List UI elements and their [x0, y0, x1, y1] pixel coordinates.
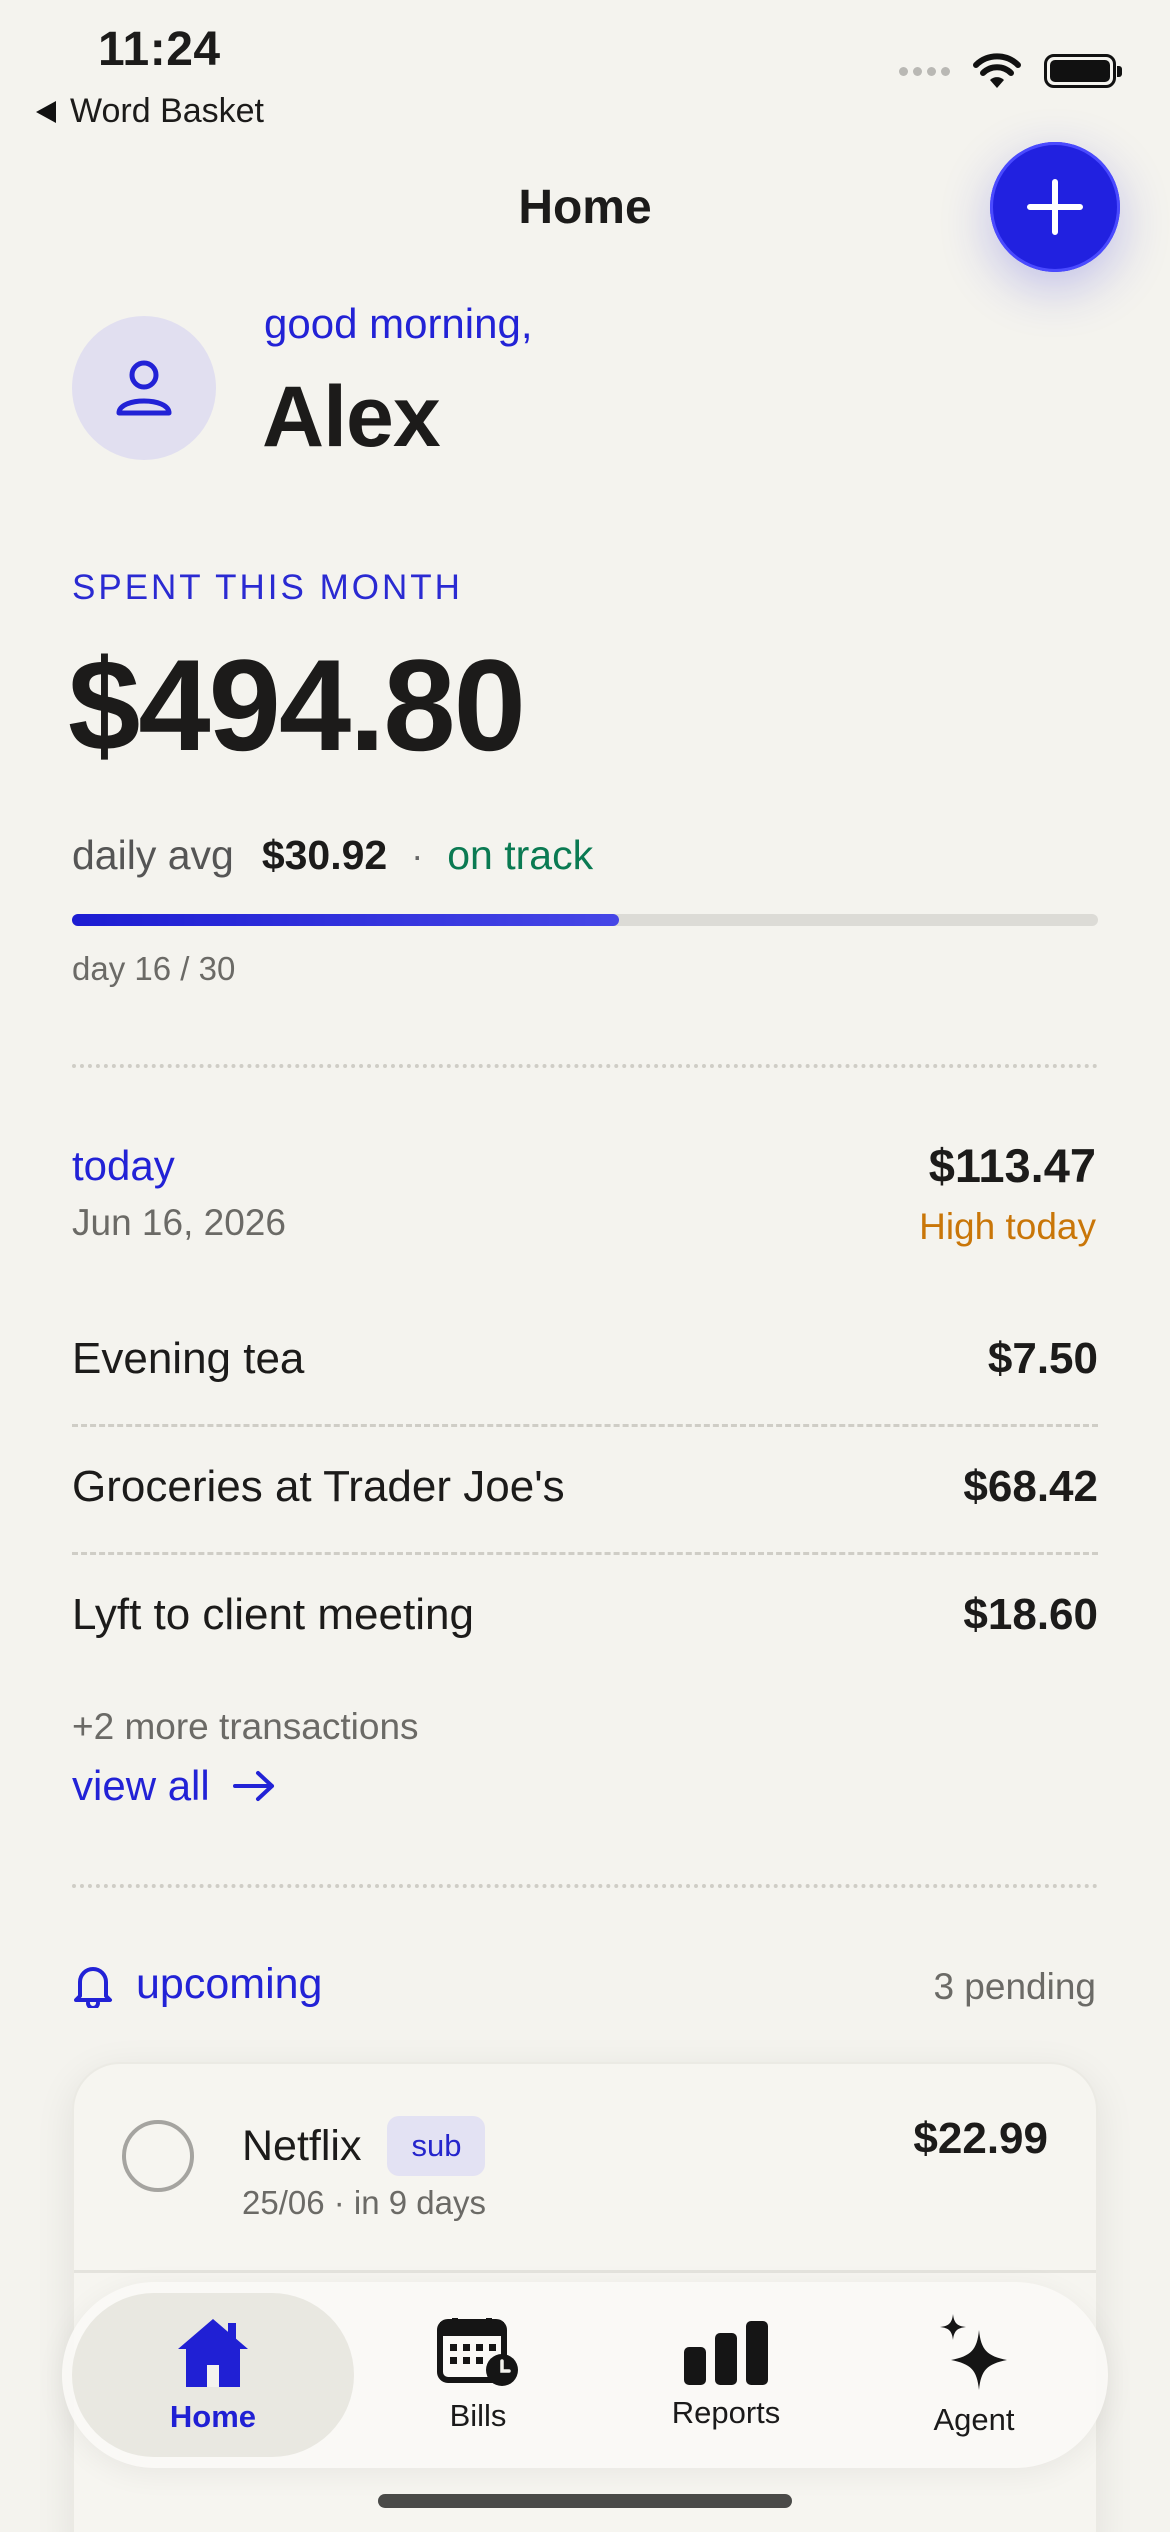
today-label: today [72, 1142, 175, 1189]
home-icon [178, 2319, 248, 2387]
view-all-link[interactable]: view all [72, 1762, 276, 1810]
tab-bills[interactable]: Bills [354, 2293, 602, 2457]
day-progress-label: day 16 / 30 [72, 950, 236, 987]
row-divider [72, 1424, 1098, 1427]
today-date: Jun 16, 2026 [72, 1202, 286, 1243]
view-all-label: view all [72, 1762, 210, 1809]
today-total: $113.47 [928, 1139, 1096, 1192]
section-divider [72, 1064, 1098, 1068]
upcoming-header: upcoming [72, 1960, 322, 2009]
back-to-app-link[interactable]: Word Basket [36, 92, 264, 131]
tab-label: Bills [449, 2398, 507, 2433]
today-note: High today [919, 1206, 1096, 1247]
calendar-clock-icon [437, 2318, 518, 2386]
daily-avg-value: $30.92 [261, 832, 388, 878]
arrow-right-icon [232, 1771, 274, 1801]
transaction-amount: $7.50 [987, 1334, 1098, 1383]
tab-home[interactable]: Home [72, 2293, 354, 2457]
transaction-row[interactable]: Lyft to client meeting $18.60 [72, 1590, 1098, 1640]
tab-label: Reports [671, 2395, 781, 2430]
back-triangle-icon [36, 100, 56, 123]
tab-label: Home [169, 2399, 257, 2434]
cellular-signal-icon [899, 66, 950, 76]
bell-icon [74, 1966, 112, 2008]
tab-agent[interactable]: Agent [850, 2293, 1098, 2457]
spent-amount: $494.80 [68, 632, 526, 778]
back-app-label: Word Basket [70, 92, 265, 130]
add-transaction-button[interactable] [990, 142, 1120, 272]
month-progress-bar [72, 914, 1098, 926]
avatar[interactable] [72, 316, 216, 460]
transaction-name: Lyft to client meeting [72, 1590, 474, 1639]
row-divider [72, 1552, 1098, 1555]
plus-icon [1027, 179, 1083, 235]
bill-amount: $22.99 [913, 2114, 1048, 2163]
month-progress-fill [72, 914, 619, 926]
daily-avg-label: daily avg [72, 832, 234, 878]
upcoming-label: upcoming [136, 1960, 323, 2008]
battery-icon [1044, 54, 1122, 88]
bill-name: Netflix [242, 2121, 362, 2170]
transaction-amount: $18.60 [963, 1590, 1098, 1639]
home-indicator [378, 2494, 792, 2508]
status-time: 11:24 [98, 23, 221, 76]
subscription-badge: sub [387, 2116, 486, 2176]
pending-count: 3 pending [933, 1966, 1096, 2007]
spent-this-month-label: SPENT THIS MONTH [72, 568, 463, 607]
budget-status: on track [447, 832, 594, 878]
bill-checkbox[interactable] [122, 2120, 194, 2192]
bill-due-meta: 25/06 · in 9 days [242, 2184, 486, 2221]
status-indicators [899, 52, 1122, 90]
transaction-row[interactable]: Groceries at Trader Joe's $68.42 [72, 1462, 1098, 1512]
tab-reports[interactable]: Reports [602, 2293, 850, 2457]
transaction-row[interactable]: Evening tea $7.50 [72, 1334, 1098, 1384]
more-transactions-text: +2 more transactions [72, 1706, 419, 1747]
daily-average-row: daily avg $30.92 · on track [72, 832, 593, 879]
transaction-amount: $68.42 [963, 1462, 1098, 1511]
bar-chart-icon [684, 2321, 768, 2385]
transaction-name: Groceries at Trader Joe's [72, 1462, 565, 1511]
section-divider [72, 1884, 1098, 1888]
bill-title-row: Netflix sub [242, 2116, 486, 2176]
tab-label: Agent [933, 2402, 1015, 2437]
transaction-name: Evening tea [72, 1334, 305, 1383]
bill-divider [74, 2270, 1096, 2273]
separator-dot: · [411, 834, 424, 876]
sparkles-icon [940, 2314, 1007, 2390]
bottom-tab-bar: Home Bills Reports Agent [62, 2282, 1108, 2468]
user-icon [116, 360, 172, 416]
wifi-icon [973, 53, 1021, 88]
greeting-salutation: good morning, [264, 300, 533, 347]
user-name: Alex [262, 369, 441, 465]
